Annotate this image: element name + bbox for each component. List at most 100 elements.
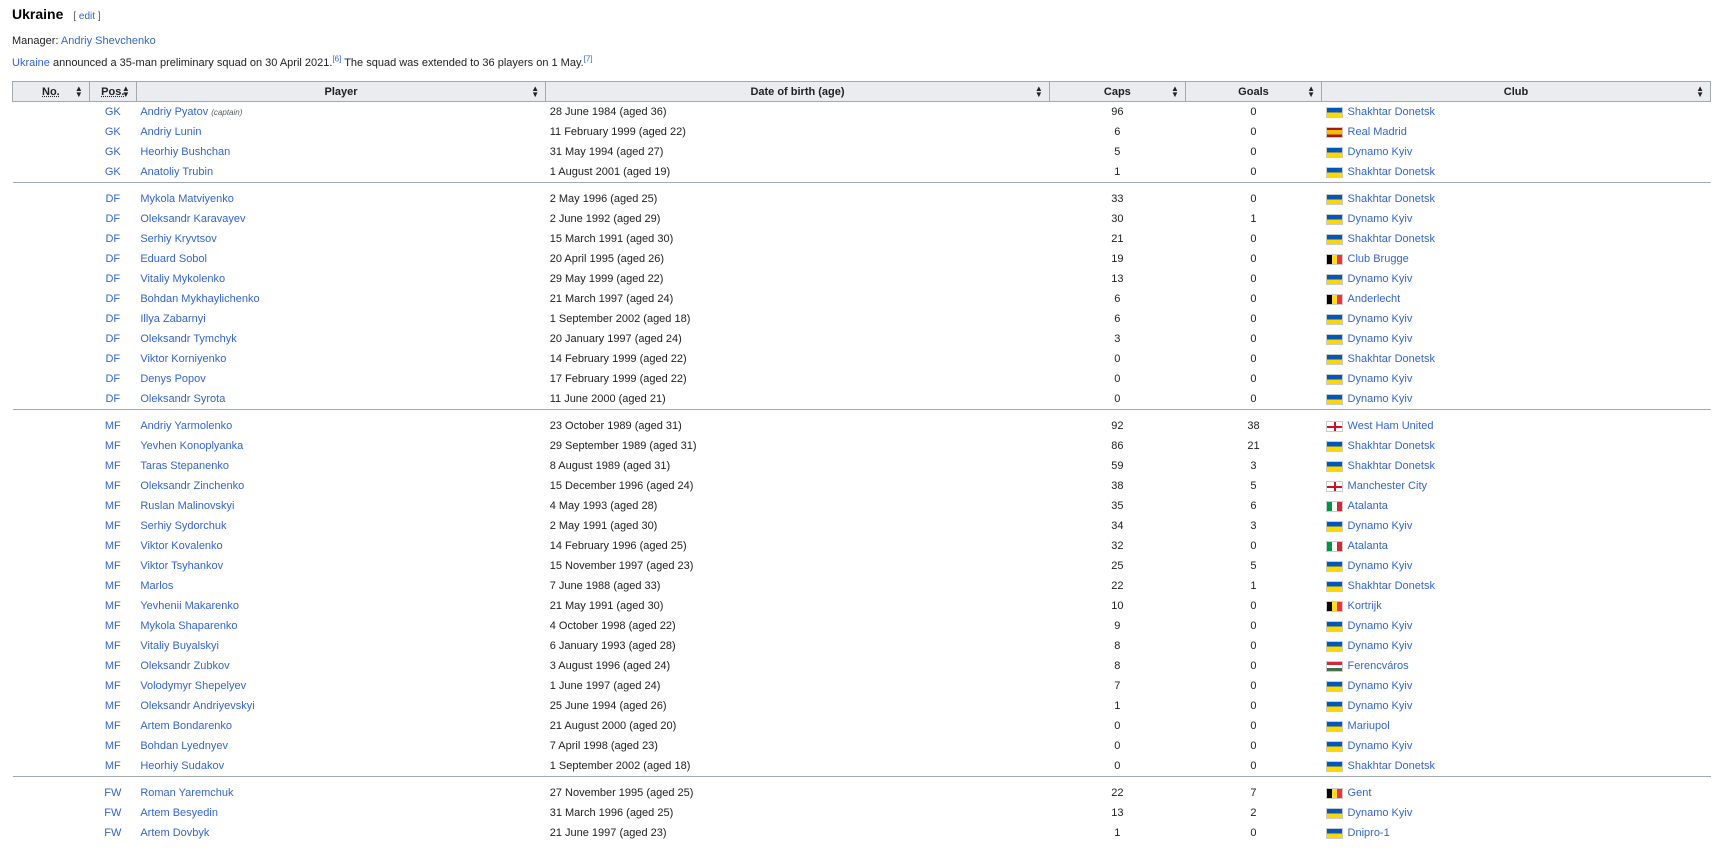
position-link[interactable]: DF [105,233,120,245]
player-link[interactable]: Viktor Tsyhankov [140,560,223,572]
player-link[interactable]: Oleksandr Karavayev [140,213,245,225]
position-link[interactable]: DF [105,293,120,305]
player-link[interactable]: Oleksandr Tymchyk [140,333,236,345]
club-link[interactable]: Dnipro-1 [1348,827,1390,839]
player-link[interactable]: Bohdan Mykhaylichenko [140,293,259,305]
club-link[interactable]: Atalanta [1348,500,1388,512]
player-link[interactable]: Heorhiy Bushchan [140,146,230,158]
player-link[interactable]: Andriy Lunin [140,126,201,138]
club-link[interactable]: Dynamo Kyiv [1348,313,1413,325]
club-link[interactable]: Shakhtar Donetsk [1348,166,1435,178]
player-link[interactable]: Illya Zabarnyi [140,313,205,325]
position-link[interactable]: MF [105,520,121,532]
header-no[interactable]: No. ▲ ▼ [12,81,90,102]
player-link[interactable]: Oleksandr Syrota [140,393,225,405]
player-link[interactable]: Bohdan Lyednyev [140,740,228,752]
club-link[interactable]: Shakhtar Donetsk [1348,580,1435,592]
position-link[interactable]: MF [105,740,121,752]
position-link[interactable]: DF [105,253,120,265]
position-link[interactable]: GK [105,166,121,178]
position-link[interactable]: MF [105,440,121,452]
position-link[interactable]: GK [105,106,121,118]
sort-icon[interactable]: ▲ ▼ [1035,85,1043,99]
club-link[interactable]: Atalanta [1348,540,1388,552]
player-link[interactable]: Oleksandr Zinchenko [140,480,244,492]
position-link[interactable]: FW [104,787,121,799]
position-link[interactable]: MF [105,760,121,772]
position-link[interactable]: MF [105,540,121,552]
club-link[interactable]: Club Brugge [1348,253,1409,265]
club-link[interactable]: Shakhtar Donetsk [1348,106,1435,118]
club-link[interactable]: Shakhtar Donetsk [1348,193,1435,205]
position-link[interactable]: DF [105,193,120,205]
club-link[interactable]: Shakhtar Donetsk [1348,760,1435,772]
club-link[interactable]: Shakhtar Donetsk [1348,353,1435,365]
club-link[interactable]: West Ham United [1348,420,1434,432]
club-link[interactable]: Dynamo Kyiv [1348,333,1413,345]
player-link[interactable]: Anatoliy Trubin [140,166,213,178]
club-link[interactable]: Gent [1348,787,1372,799]
club-link[interactable]: Kortrijk [1348,600,1382,612]
position-link[interactable]: MF [105,500,121,512]
position-link[interactable]: MF [105,660,121,672]
position-link[interactable]: DF [105,273,120,285]
player-link[interactable]: Artem Dovbyk [140,827,209,839]
club-link[interactable]: Dynamo Kyiv [1348,740,1413,752]
position-link[interactable]: MF [105,560,121,572]
club-link[interactable]: Dynamo Kyiv [1348,560,1413,572]
player-link[interactable]: Vitaliy Buyalskyi [140,640,219,652]
player-link[interactable]: Denys Popov [140,373,205,385]
position-link[interactable]: DF [105,333,120,345]
position-link[interactable]: DF [105,313,120,325]
sort-icon[interactable]: ▲ ▼ [75,85,83,99]
reference-link-6[interactable]: [6] [332,54,341,63]
player-link[interactable]: Andriy Yarmolenko [140,420,232,432]
position-link[interactable]: MF [105,420,121,432]
sort-icon[interactable]: ▲ ▼ [122,85,130,99]
position-link[interactable]: MF [105,720,121,732]
reference-link-7[interactable]: [7] [584,54,593,63]
club-link[interactable]: Ferencváros [1348,660,1409,672]
club-link[interactable]: Shakhtar Donetsk [1348,233,1435,245]
country-link[interactable]: Ukraine [12,57,50,69]
player-link[interactable]: Marlos [140,580,173,592]
header-caps[interactable]: Caps ▲ ▼ [1048,81,1186,102]
club-link[interactable]: Dynamo Kyiv [1348,640,1413,652]
position-link[interactable]: DF [105,353,120,365]
player-link[interactable]: Taras Stepanenko [140,460,229,472]
sort-icon[interactable]: ▲ ▼ [531,85,539,99]
position-link[interactable]: MF [105,620,121,632]
player-link[interactable]: Serhiy Kryvtsov [140,233,216,245]
club-link[interactable]: Shakhtar Donetsk [1348,460,1435,472]
club-link[interactable]: Dynamo Kyiv [1348,620,1413,632]
club-link[interactable]: Dynamo Kyiv [1348,520,1413,532]
position-link[interactable]: MF [105,580,121,592]
player-link[interactable]: Heorhiy Sudakov [140,760,224,772]
position-link[interactable]: MF [105,480,121,492]
sort-icon[interactable]: ▲ ▼ [1696,85,1704,99]
player-link[interactable]: Roman Yaremchuk [140,787,233,799]
manager-link[interactable]: Andriy Shevchenko [61,35,156,47]
player-link[interactable]: Viktor Kovalenko [140,540,222,552]
player-link[interactable]: Oleksandr Zubkov [140,660,229,672]
position-link[interactable]: DF [105,393,120,405]
header-goals[interactable]: Goals ▲ ▼ [1184,81,1323,102]
position-link[interactable]: MF [105,460,121,472]
header-club[interactable]: Club ▲ ▼ [1321,81,1711,102]
player-link[interactable]: Artem Besyedin [140,807,218,819]
player-link[interactable]: Ruslan Malinovskyi [140,500,234,512]
header-dob[interactable]: Date of birth (age) ▲ ▼ [545,81,1050,102]
player-link[interactable]: Oleksandr Andriyevskyi [140,700,254,712]
club-link[interactable]: Real Madrid [1348,126,1407,138]
position-link[interactable]: MF [105,680,121,692]
player-link[interactable]: Volodymyr Shepelyev [140,680,246,692]
position-link[interactable]: MF [105,600,121,612]
player-link[interactable]: Artem Bondarenko [140,720,232,732]
position-link[interactable]: DF [105,373,120,385]
position-link[interactable]: MF [105,640,121,652]
player-link[interactable]: Yevhenii Makarenko [140,600,239,612]
club-link[interactable]: Manchester City [1348,480,1427,492]
header-pos[interactable]: Pos. ▲ ▼ [88,81,137,102]
club-link[interactable]: Shakhtar Donetsk [1348,440,1435,452]
club-link[interactable]: Anderlecht [1348,293,1401,305]
